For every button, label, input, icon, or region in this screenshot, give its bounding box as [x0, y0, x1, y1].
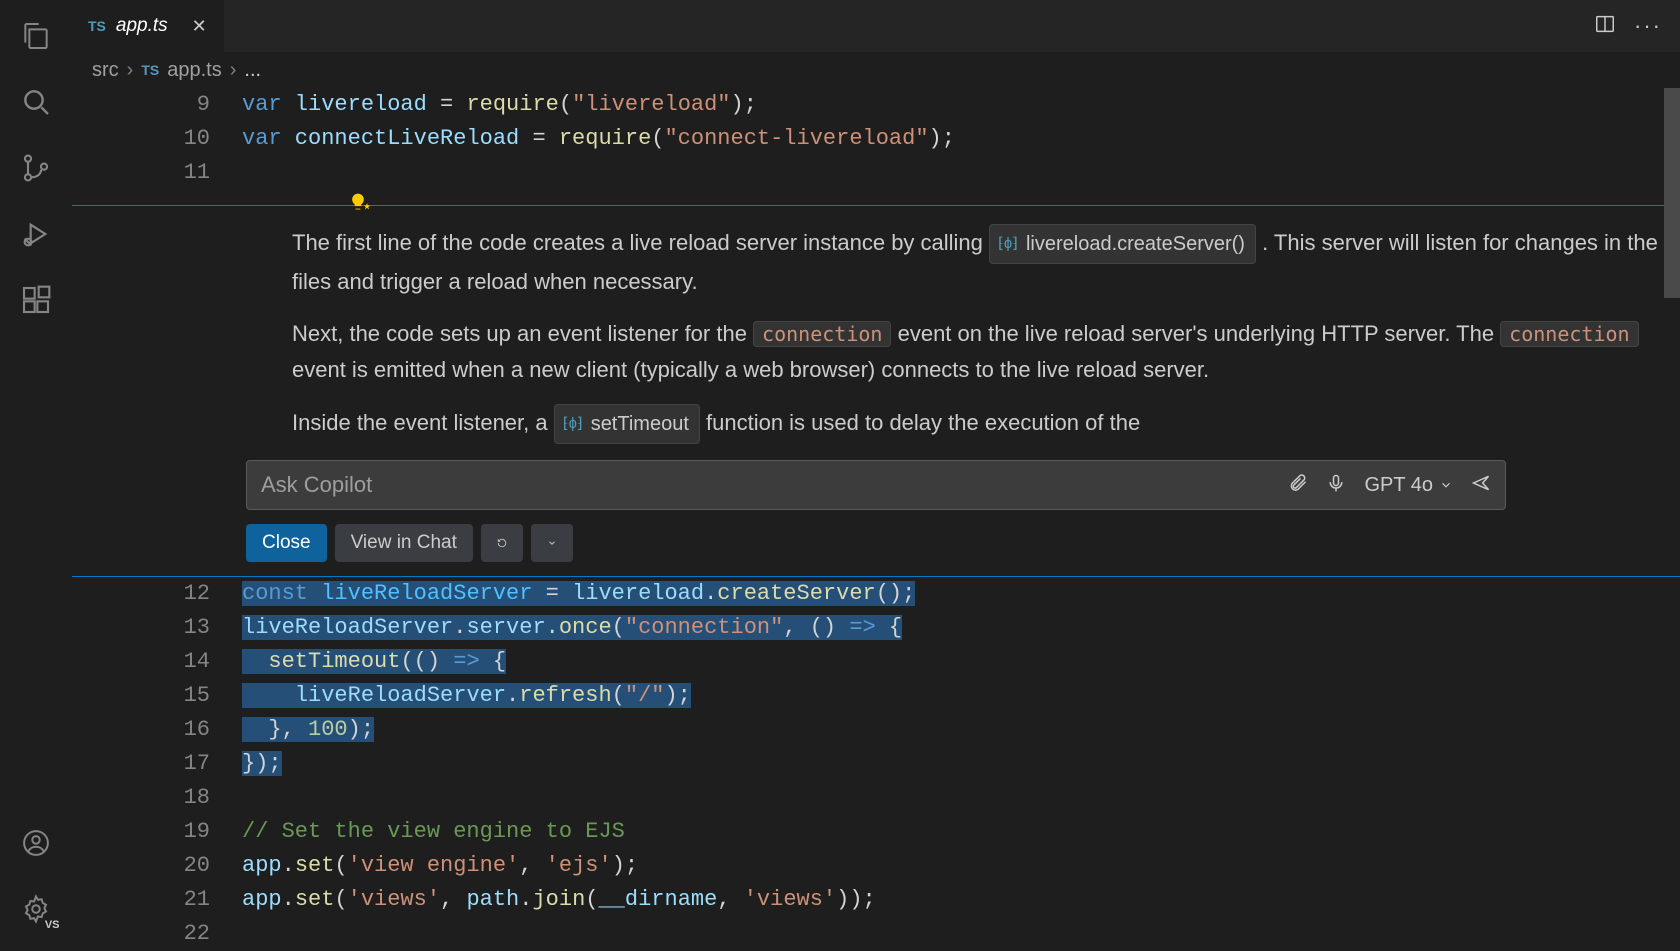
code-line: // Set the view engine to EJS	[242, 815, 1680, 849]
attach-icon[interactable]	[1288, 473, 1308, 498]
close-button[interactable]: Close	[246, 524, 327, 562]
copilot-ask-input-row: GPT 4o	[246, 460, 1506, 510]
search-icon[interactable]	[12, 78, 60, 126]
breadcrumb-folder[interactable]: src	[92, 59, 119, 82]
code-reference-chip[interactable]: ⁅ɸ⁆setTimeout	[554, 404, 700, 444]
code-line	[242, 781, 1680, 815]
code-line: var connectLiveReload = require("connect…	[242, 122, 1680, 156]
inline-code-chip: connection	[753, 321, 891, 347]
send-icon[interactable]	[1471, 473, 1491, 498]
activity-bar: VS	[0, 0, 72, 951]
scrollbar-thumb[interactable]	[1664, 88, 1680, 298]
microphone-icon[interactable]	[1326, 473, 1346, 498]
code-line: app.set('view engine', 'ejs');	[242, 849, 1680, 883]
main-area: TS app.ts ✕ ··· src › TS app.ts › ... 9 …	[72, 0, 1680, 951]
code-editor[interactable]: 9 10 11 var livereload = require("livere…	[72, 88, 1680, 205]
model-selector[interactable]: GPT 4o	[1364, 474, 1453, 497]
breadcrumb-separator-icon: ›	[127, 59, 134, 82]
tab-app-ts[interactable]: TS app.ts ✕	[72, 0, 224, 52]
lightbulb-icon[interactable]	[348, 192, 372, 212]
code-reference-chip[interactable]: ⁅ɸ⁆livereload.createServer()	[989, 224, 1256, 264]
code-line: liveReloadServer.server.once("connection…	[242, 611, 1680, 645]
view-in-chat-button[interactable]: View in Chat	[335, 524, 473, 562]
line-number-gutter: 12 13 14 15 16 17 18 19 20 21 22	[72, 577, 242, 951]
symbol-icon: ⁅ɸ⁆	[563, 406, 583, 442]
code-line: });	[242, 747, 1680, 781]
code-line	[242, 917, 1680, 951]
typescript-badge-icon: TS	[88, 18, 106, 34]
typescript-badge-icon: TS	[141, 62, 159, 78]
code-line: }, 100);	[242, 713, 1680, 747]
code-line: setTimeout(() => {	[242, 645, 1680, 679]
code-line	[242, 156, 1680, 190]
line-number-gutter: 9 10 11	[72, 88, 242, 205]
settings-gear-icon[interactable]: VS	[12, 885, 60, 933]
code-editor-lower[interactable]: 12 13 14 15 16 17 18 19 20 21 22 const l…	[72, 577, 1680, 951]
copilot-action-row: Close View in Chat	[72, 524, 1680, 576]
breadcrumb-more[interactable]: ...	[244, 59, 261, 82]
extensions-icon[interactable]	[12, 276, 60, 324]
more-options-button[interactable]	[531, 524, 573, 562]
symbol-icon: ⁅ɸ⁆	[998, 226, 1018, 262]
copilot-inline-panel: The first line of the code creates a liv…	[72, 205, 1680, 577]
explorer-icon[interactable]	[12, 12, 60, 60]
copilot-ask-input[interactable]	[261, 472, 1270, 498]
code-line: liveReloadServer.refresh("/");	[242, 679, 1680, 713]
scrollbar-track	[1664, 88, 1680, 951]
breadcrumb-file[interactable]: app.ts	[167, 59, 221, 82]
inline-code-chip: connection	[1500, 321, 1638, 347]
code-line: app.set('views', path.join(__dirname, 'v…	[242, 883, 1680, 917]
tab-filename: app.ts	[116, 15, 168, 37]
more-actions-icon[interactable]: ···	[1634, 13, 1662, 39]
close-tab-icon[interactable]: ✕	[192, 16, 207, 37]
tab-bar: TS app.ts ✕ ···	[72, 0, 1680, 52]
breadcrumb[interactable]: src › TS app.ts › ...	[72, 52, 1680, 88]
account-icon[interactable]	[12, 819, 60, 867]
run-debug-icon[interactable]	[12, 210, 60, 258]
regenerate-button[interactable]	[481, 524, 523, 562]
breadcrumb-separator-icon: ›	[230, 59, 237, 82]
split-editor-icon[interactable]	[1594, 13, 1616, 40]
code-line: var livereload = require("livereload");	[242, 88, 1680, 122]
code-line: const liveReloadServer = livereload.crea…	[242, 577, 1680, 611]
source-control-icon[interactable]	[12, 144, 60, 192]
